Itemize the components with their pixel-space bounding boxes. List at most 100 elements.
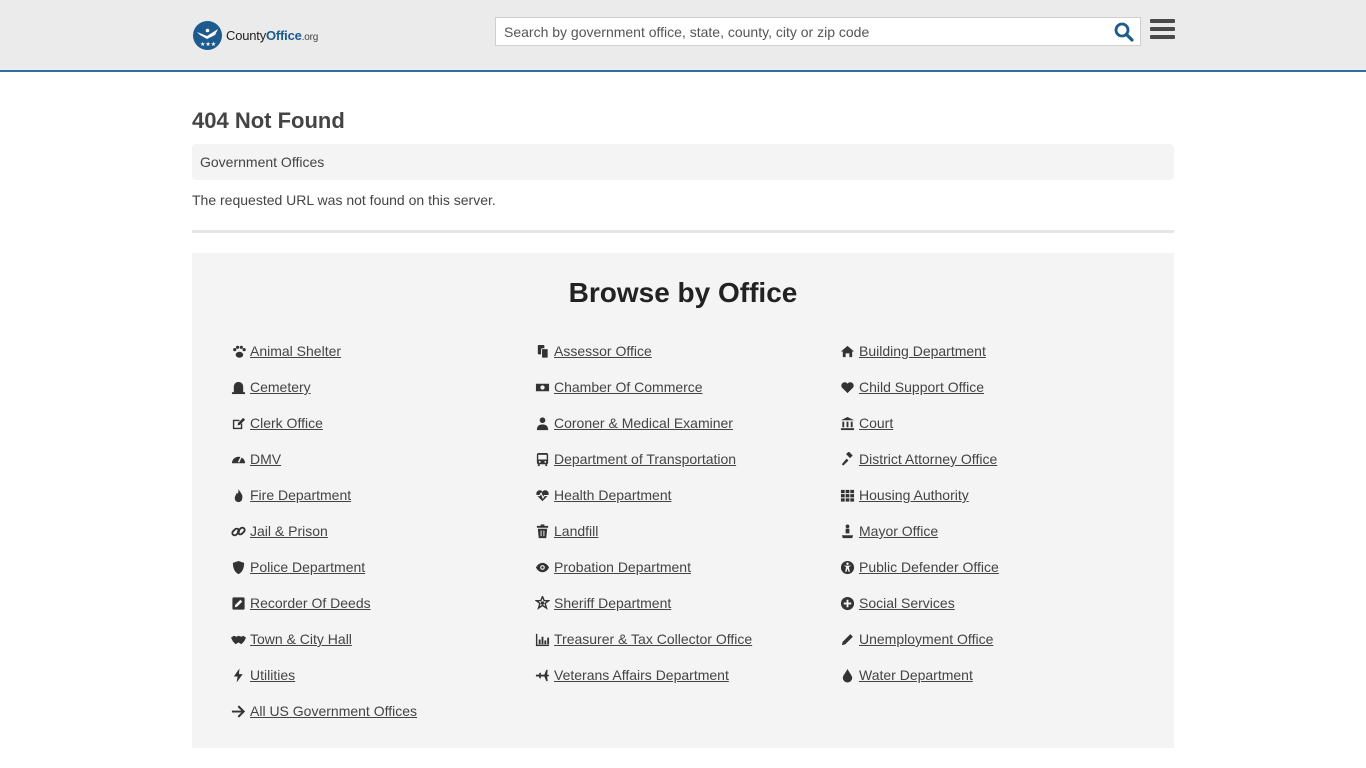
office-link-item[interactable]: Animal Shelter — [231, 341, 341, 361]
office-link[interactable]: Treasurer & Tax Collector Office — [554, 631, 752, 647]
office-link[interactable]: Police Department — [250, 559, 365, 575]
office-link[interactable]: Sheriff Department — [554, 595, 671, 611]
arrow-right-icon — [231, 704, 246, 719]
divider — [192, 230, 1174, 233]
office-link[interactable]: Mayor Office — [859, 523, 938, 539]
office-link-item[interactable]: Assessor Office — [535, 341, 652, 361]
office-link-item[interactable]: Recorder Of Deeds — [231, 593, 371, 613]
money-icon — [535, 380, 550, 395]
office-link-item[interactable]: Department of Transportation — [535, 449, 736, 469]
office-link[interactable]: Department of Transportation — [554, 451, 736, 467]
office-link[interactable]: Veterans Affairs Department — [554, 667, 729, 683]
office-link-item[interactable]: Probation Department — [535, 557, 691, 577]
copy-icon — [535, 344, 550, 359]
office-link-item[interactable]: Unemployment Office — [840, 629, 993, 649]
office-link-item[interactable]: Police Department — [231, 557, 365, 577]
office-link-item[interactable]: All US Government Offices — [231, 701, 417, 721]
office-link-item[interactable]: Veterans Affairs Department — [535, 665, 729, 685]
pencil-icon — [840, 632, 855, 647]
shield-icon — [231, 560, 246, 575]
office-link-item[interactable]: Utilities — [231, 665, 295, 685]
plus-circle-icon — [840, 596, 855, 611]
office-link[interactable]: District Attorney Office — [859, 451, 997, 467]
paw-icon — [231, 344, 246, 359]
office-link-item[interactable]: District Attorney Office — [840, 449, 997, 469]
office-link[interactable]: Assessor Office — [554, 343, 652, 359]
office-link-item[interactable]: Clerk Office — [231, 413, 323, 433]
tombstone-icon — [231, 380, 246, 395]
logo-text-main: County — [226, 27, 266, 43]
office-link-item[interactable]: Sheriff Department — [535, 593, 671, 613]
office-link[interactable]: Animal Shelter — [250, 343, 341, 359]
office-link[interactable]: Building Department — [859, 343, 986, 359]
bus-icon — [535, 452, 550, 467]
site-header: ★★★ CountyOffice.org — [0, 0, 1366, 72]
search-button[interactable] — [1114, 22, 1134, 42]
office-link-item[interactable]: Landfill — [535, 521, 598, 541]
office-link[interactable]: Utilities — [250, 667, 295, 683]
heart-icon — [840, 380, 855, 395]
handshake-icon — [231, 632, 246, 647]
search-input[interactable] — [496, 18, 1096, 45]
office-link-item[interactable]: Public Defender Office — [840, 557, 999, 577]
office-link[interactable]: Probation Department — [554, 559, 691, 575]
office-link-item[interactable]: Health Department — [535, 485, 672, 505]
office-link-item[interactable]: Jail & Prison — [231, 521, 328, 541]
speedometer-icon — [231, 452, 246, 467]
hamburger-menu-icon[interactable] — [1150, 19, 1175, 43]
office-link[interactable]: All US Government Offices — [250, 703, 417, 719]
svg-text:★★★: ★★★ — [200, 41, 216, 48]
office-link[interactable]: Jail & Prison — [250, 523, 328, 539]
courthouse-icon — [840, 416, 855, 431]
eye-icon — [535, 560, 550, 575]
office-link[interactable]: Health Department — [554, 487, 672, 503]
sheriff-star-icon — [535, 595, 550, 611]
office-link-item[interactable]: Coroner & Medical Examiner — [535, 413, 733, 433]
office-link[interactable]: Clerk Office — [250, 415, 323, 431]
breadcrumb-item[interactable]: Government Offices — [200, 154, 324, 170]
office-link[interactable]: Unemployment Office — [859, 631, 993, 647]
office-link-item[interactable]: Housing Authority — [840, 485, 969, 505]
office-link-item[interactable]: Town & City Hall — [231, 629, 352, 649]
podium-icon — [840, 523, 855, 539]
browse-title: Browse by Office — [568, 277, 798, 308]
gavel-icon — [840, 451, 855, 467]
office-link-item[interactable]: Mayor Office — [840, 521, 938, 541]
office-link-item[interactable]: Child Support Office — [840, 377, 984, 397]
tint-icon — [840, 668, 855, 683]
logo-text: CountyOffice.org — [226, 28, 318, 43]
office-link[interactable]: Chamber Of Commerce — [554, 379, 703, 395]
office-link-item[interactable]: Social Services — [840, 593, 955, 613]
user-md-icon — [535, 416, 550, 431]
office-link[interactable]: Cemetery — [250, 379, 311, 395]
office-link[interactable]: Coroner & Medical Examiner — [554, 415, 733, 431]
office-link-item[interactable]: Chamber Of Commerce — [535, 377, 703, 397]
office-link[interactable]: Recorder Of Deeds — [250, 595, 371, 611]
universal-access-icon — [840, 560, 855, 575]
office-link[interactable]: Water Department — [859, 667, 973, 683]
office-link[interactable]: Landfill — [554, 523, 598, 539]
office-link[interactable]: Fire Department — [250, 487, 351, 503]
office-link[interactable]: Social Services — [859, 595, 955, 611]
heartbeat-icon — [535, 488, 550, 503]
bolt-icon — [231, 667, 246, 683]
logo-text-bold: Office — [266, 27, 302, 43]
office-link-item[interactable]: DMV — [231, 449, 281, 469]
office-link[interactable]: Housing Authority — [859, 487, 969, 503]
office-link[interactable]: Child Support Office — [859, 379, 984, 395]
page-title: 404 Not Found — [192, 108, 345, 133]
office-link-item[interactable]: Water Department — [840, 665, 973, 685]
search-box — [495, 17, 1141, 46]
logo[interactable]: ★★★ CountyOffice.org — [193, 20, 318, 50]
office-link-item[interactable]: Court — [840, 413, 893, 433]
office-link[interactable]: DMV — [250, 451, 281, 467]
office-link-item[interactable]: Cemetery — [231, 377, 311, 397]
office-link-item[interactable]: Building Department — [840, 341, 986, 361]
office-link[interactable]: Court — [859, 415, 893, 431]
office-link[interactable]: Town & City Hall — [250, 631, 352, 647]
office-link-item[interactable]: Treasurer & Tax Collector Office — [535, 629, 752, 649]
office-link[interactable]: Public Defender Office — [859, 559, 999, 575]
eagle-logo-icon: ★★★ — [193, 20, 222, 50]
office-link-item[interactable]: Fire Department — [231, 485, 351, 505]
error-message: The requested URL was not found on this … — [192, 192, 496, 208]
